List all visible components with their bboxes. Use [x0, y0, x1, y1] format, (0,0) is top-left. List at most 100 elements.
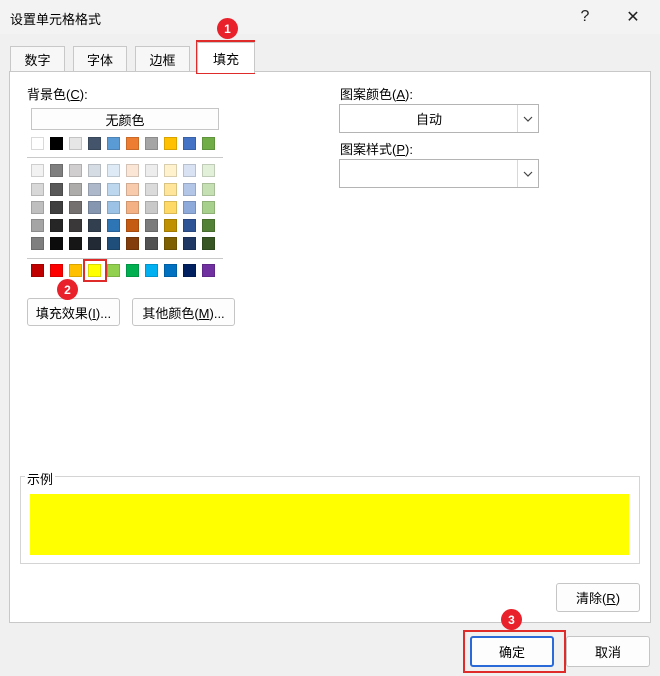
theme-shade-swatch[interactable]: [202, 219, 215, 232]
theme-shade-swatch[interactable]: [145, 201, 158, 214]
theme-shade-swatch[interactable]: [50, 201, 63, 214]
theme-shade-swatch[interactable]: [31, 164, 44, 177]
theme-shade-swatch[interactable]: [107, 201, 120, 214]
standard-color-swatch[interactable]: [145, 264, 158, 277]
pattern-color-value: 自动: [415, 112, 442, 127]
tab-font[interactable]: 字体: [73, 46, 127, 72]
theme-color-swatch[interactable]: [202, 137, 215, 150]
window-title: 设置单元格格式: [10, 12, 102, 27]
fill-effects-button[interactable]: 填充效果(I)...: [27, 298, 120, 326]
theme-shade-swatch[interactable]: [50, 219, 63, 232]
format-cells-dialog: 设置单元格格式 ? ✕ 数字 字体 边框 填充 背景色(C): 无颜色 填充效果…: [0, 0, 660, 676]
theme-shade-swatch[interactable]: [31, 201, 44, 214]
standard-color-swatch[interactable]: [69, 264, 82, 277]
title-bar: 设置单元格格式 ? ✕: [0, 0, 660, 34]
pattern-color-dropdown[interactable]: 自动: [339, 104, 539, 133]
theme-shade-swatch[interactable]: [164, 237, 177, 250]
theme-shade-swatch[interactable]: [107, 219, 120, 232]
close-icon: ✕: [626, 9, 640, 26]
theme-shade-swatch[interactable]: [202, 164, 215, 177]
step-badge-3: 3: [501, 609, 522, 630]
theme-color-swatch[interactable]: [88, 137, 101, 150]
theme-shade-swatch[interactable]: [202, 201, 215, 214]
theme-color-swatch[interactable]: [164, 137, 177, 150]
standard-color-swatch[interactable]: [164, 264, 177, 277]
theme-shade-swatch[interactable]: [183, 164, 196, 177]
theme-shade-swatch[interactable]: [164, 201, 177, 214]
theme-shade-swatch[interactable]: [145, 164, 158, 177]
theme-shade-swatch[interactable]: [88, 201, 101, 214]
theme-shade-swatch[interactable]: [50, 164, 63, 177]
theme-shade-swatch[interactable]: [31, 237, 44, 250]
theme-shade-swatch[interactable]: [31, 219, 44, 232]
theme-shade-swatch[interactable]: [88, 219, 101, 232]
theme-shade-swatch[interactable]: [126, 219, 139, 232]
theme-color-swatch[interactable]: [145, 137, 158, 150]
theme-shade-swatch[interactable]: [69, 201, 82, 214]
theme-shade-swatch[interactable]: [88, 164, 101, 177]
theme-shade-swatch[interactable]: [183, 183, 196, 196]
theme-shade-swatch[interactable]: [202, 237, 215, 250]
theme-shade-swatch[interactable]: [164, 164, 177, 177]
chevron-down-icon[interactable]: [517, 105, 538, 132]
theme-shade-swatch[interactable]: [183, 237, 196, 250]
standard-color-swatch[interactable]: [183, 264, 196, 277]
cancel-button[interactable]: 取消: [566, 636, 650, 667]
chevron-down-icon[interactable]: [517, 160, 538, 187]
theme-shade-swatch[interactable]: [50, 237, 63, 250]
theme-shade-swatch[interactable]: [31, 183, 44, 196]
standard-color-swatch[interactable]: [126, 264, 139, 277]
sample-preview: [30, 494, 629, 555]
theme-shade-swatch[interactable]: [88, 237, 101, 250]
help-icon: ?: [580, 8, 590, 25]
theme-shade-swatch[interactable]: [145, 183, 158, 196]
standard-color-swatch[interactable]: [50, 264, 63, 277]
theme-color-swatch[interactable]: [69, 137, 82, 150]
theme-shade-swatch[interactable]: [126, 237, 139, 250]
tab-fill[interactable]: 填充: [197, 42, 255, 73]
theme-color-swatch[interactable]: [50, 137, 63, 150]
theme-color-swatch[interactable]: [107, 137, 120, 150]
theme-shade-swatch[interactable]: [69, 164, 82, 177]
pattern-color-label: 图案颜色(A):: [340, 87, 413, 102]
highlight-yellow-swatch: [83, 259, 107, 282]
theme-color-swatch[interactable]: [31, 137, 44, 150]
standard-color-swatch[interactable]: [202, 264, 215, 277]
sample-label: 示例: [25, 469, 56, 488]
standard-color-swatch[interactable]: [31, 264, 44, 277]
standard-color-swatch[interactable]: [107, 264, 120, 277]
theme-shade-swatch[interactable]: [164, 183, 177, 196]
theme-shade-swatch[interactable]: [88, 183, 101, 196]
theme-shade-swatch[interactable]: [126, 201, 139, 214]
theme-shade-swatch[interactable]: [183, 201, 196, 214]
theme-shade-swatch[interactable]: [202, 183, 215, 196]
pattern-style-dropdown[interactable]: [339, 159, 539, 188]
theme-shade-swatch[interactable]: [145, 237, 158, 250]
close-button[interactable]: ✕: [618, 4, 648, 30]
theme-shade-swatch[interactable]: [50, 183, 63, 196]
tab-border[interactable]: 边框: [135, 46, 190, 72]
theme-shade-swatch[interactable]: [107, 237, 120, 250]
theme-shade-swatch[interactable]: [183, 219, 196, 232]
theme-shade-swatch[interactable]: [69, 219, 82, 232]
theme-shade-swatch[interactable]: [107, 183, 120, 196]
more-colors-button[interactable]: 其他颜色(M)...: [132, 298, 235, 326]
clear-button[interactable]: 清除(R): [556, 583, 640, 612]
theme-shade-swatch[interactable]: [107, 164, 120, 177]
tab-number[interactable]: 数字: [10, 46, 65, 72]
tab-number-label: 数字: [24, 53, 51, 68]
theme-shade-swatch[interactable]: [126, 183, 139, 196]
theme-shade-swatch[interactable]: [164, 219, 177, 232]
theme-color-swatch[interactable]: [183, 137, 196, 150]
theme-shade-swatch[interactable]: [69, 183, 82, 196]
theme-shade-swatch[interactable]: [145, 219, 158, 232]
tab-border-label: 边框: [149, 53, 176, 68]
tab-fill-label: 填充: [212, 51, 239, 67]
tab-strip: 数字 字体 边框 填充: [10, 42, 650, 73]
help-button[interactable]: ?: [570, 4, 600, 30]
theme-shade-swatch[interactable]: [69, 237, 82, 250]
theme-shade-swatch[interactable]: [126, 164, 139, 177]
theme-color-swatch[interactable]: [126, 137, 139, 150]
no-color-button[interactable]: 无颜色: [31, 108, 219, 130]
more-colors-label: 其他颜色(M)...: [142, 305, 225, 321]
